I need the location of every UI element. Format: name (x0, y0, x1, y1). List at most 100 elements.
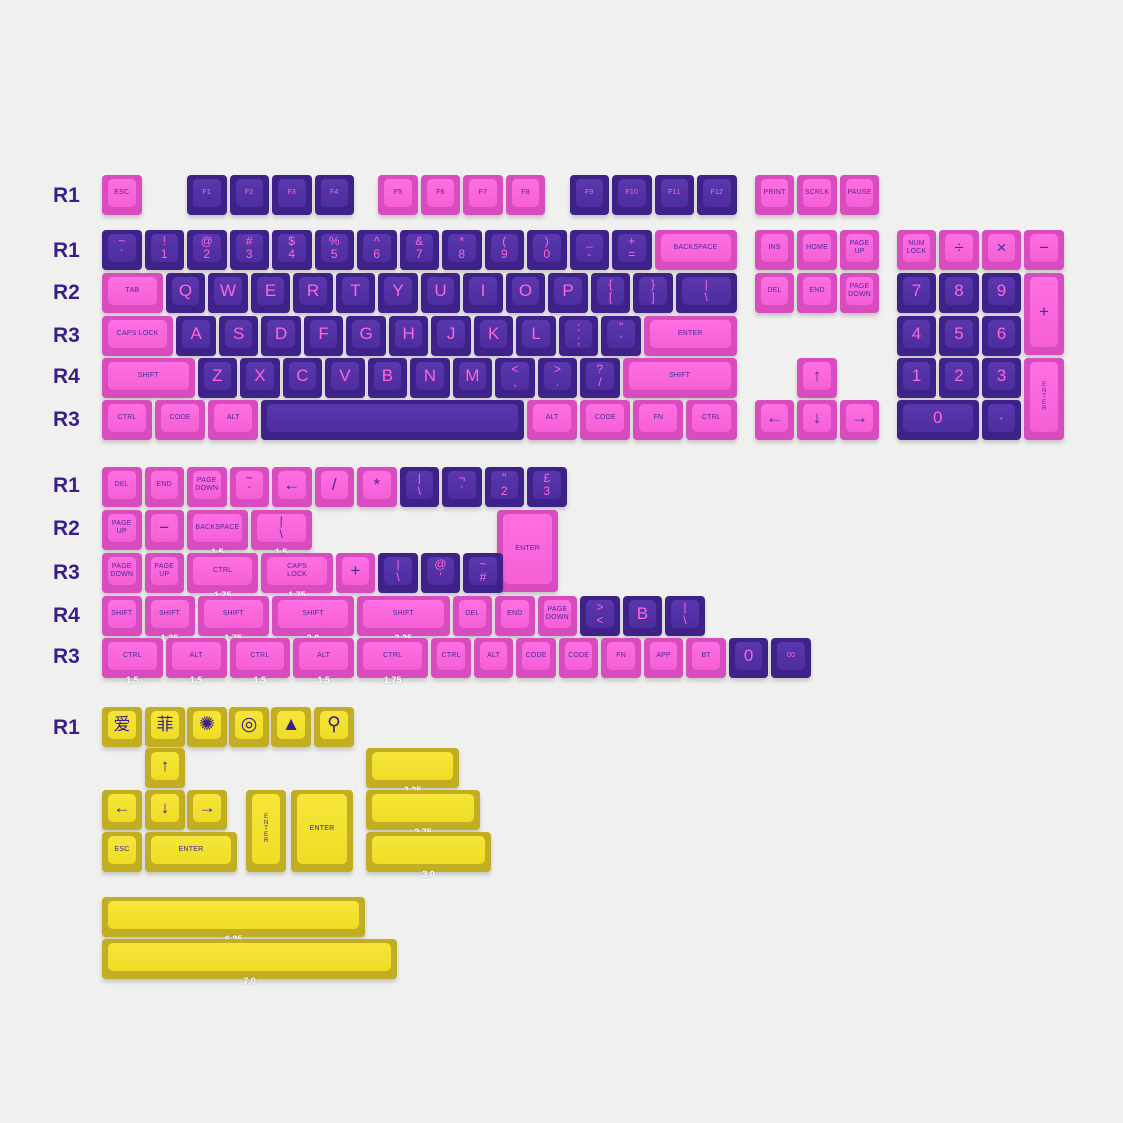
main-keycap: C (282, 358, 323, 398)
keycap-legend: ESC (108, 836, 136, 864)
mods-keycap: 00 (771, 638, 811, 678)
keycap-legend: SCRLK (803, 179, 831, 207)
legend-bottom: \ (417, 483, 421, 498)
mods-keycap: SHIFT1.25 (144, 596, 195, 643)
keycap-legend: & 7 (405, 234, 433, 262)
mods-keycap: BACKSPACE 1.5 (187, 510, 248, 557)
legend-top: L (531, 323, 541, 343)
keycap-legend: S (224, 320, 253, 348)
legend-top: ↑ (160, 756, 170, 776)
legend-top: ALT (317, 652, 331, 660)
main-keycap: F (303, 316, 344, 356)
main-keycap: SHIFT (622, 358, 737, 398)
keycap-legend: | \ (671, 600, 699, 628)
legend-top: F5 (393, 189, 403, 197)
mods-keycap: PAGE UP (102, 510, 142, 550)
row-label: R3 (53, 324, 80, 347)
legend-top: FN (653, 414, 664, 422)
legend-top: CTRL (701, 414, 721, 422)
yellow-keycap: ENTER (291, 790, 353, 872)
keycap-legend: ENTER (503, 514, 552, 584)
keycap-legend: ¬ ` (448, 471, 476, 499)
main-keycap: ALT (208, 400, 259, 440)
row-label: R2 (53, 517, 80, 540)
legend-top: → (851, 407, 869, 427)
keycap-legend: PRINT (760, 179, 789, 207)
main-keycap: FN (633, 400, 684, 440)
legend-bottom: # (479, 569, 487, 584)
legend-bottom: < (596, 612, 604, 627)
legend-top: PAGE (111, 563, 132, 571)
legend-top: X (254, 365, 266, 385)
legend-top: END (809, 287, 825, 295)
legend-top: ALT (487, 652, 501, 660)
legend-top: 3 (996, 365, 1007, 385)
keycap-legend: BT (692, 642, 720, 670)
legend-top: SHIFT (137, 372, 159, 380)
legend-bottom: \ (704, 289, 708, 304)
keycap-legend: Z (203, 362, 232, 390)
legend-top: & (415, 234, 424, 249)
mods-keycap: | \ (378, 553, 418, 593)
main-keycap: Y (378, 273, 418, 313)
main-keycap: ! 1 (144, 230, 184, 270)
keycap-legend: CTRL (193, 557, 253, 585)
row-label: R1 (53, 474, 80, 497)
keycap-legend: ALT (214, 404, 253, 432)
legend-top: K (487, 323, 500, 343)
keycap-legend: Q (171, 277, 200, 305)
main-keycap: 5 (939, 316, 979, 356)
legend-bottom: \ (683, 612, 687, 627)
yellow-keycap: 菲 (145, 707, 185, 747)
main-keycap: :; (558, 316, 599, 356)
keycap-legend: | \ (384, 557, 412, 585)
keycap-legend: 6 (987, 320, 1016, 348)
mods-keycap: 0 (728, 638, 769, 678)
main-keycap: ENTER (1024, 358, 1064, 440)
legend-top: 4 (911, 323, 922, 343)
legend-top: BT (701, 652, 711, 660)
keycap-legend: CAPS LOCK (108, 320, 168, 348)
keycap-legend: F4 (320, 179, 348, 207)
yellow-keycap: 7.0 (102, 939, 397, 986)
main-keycap: J (431, 316, 471, 356)
yellow-keycap: 6.25 (102, 897, 365, 944)
main-keycap: & 7 (399, 230, 439, 270)
main-keycap: K (473, 316, 514, 356)
keycap-legend: 00 (777, 642, 805, 670)
legend-top: ↓ (160, 798, 170, 818)
main-keycap: F4 (314, 175, 354, 215)
main-keycap: X (240, 358, 280, 398)
main-keycap: F3 (272, 175, 312, 215)
mods-keycap: BT (686, 638, 726, 678)
main-keycap: #3 (229, 230, 269, 270)
main-keycap: CTRL (102, 400, 153, 440)
main-keycap: 3 (981, 358, 1022, 398)
legend-top: + (1039, 302, 1049, 322)
mods-keycap: ALT 1.5 (165, 638, 227, 685)
keycap-legend: PAGE DOWN (845, 277, 874, 305)
legend-top: @ (200, 234, 213, 249)
keycap-legend: END (501, 600, 529, 628)
keycap-legend: TAB (108, 277, 157, 305)
main-keycap: INS (754, 230, 795, 270)
keycap-legend: F5 (384, 179, 412, 207)
legend-top: 爱 (113, 715, 131, 735)
main-keycap: CAPS LOCK (102, 316, 174, 356)
legend-top: CAPS (287, 563, 307, 571)
keycap-legend: 3 (987, 362, 1016, 390)
legend-top: F7 (478, 189, 488, 197)
legend-top: CODE (525, 652, 547, 660)
keycap-legend: " 2 (490, 471, 518, 499)
keycap-legend: CTRL (437, 642, 465, 670)
legend-top: CTRL (213, 567, 233, 575)
keycap-legend: E (256, 277, 285, 305)
main-keycap: CODE (155, 400, 206, 440)
legend-top: @ (434, 557, 447, 572)
legend-top: V (339, 365, 351, 385)
keycap-legend: + = (618, 234, 646, 262)
keycap-legend: 爱 (108, 711, 136, 739)
legend-top: · (998, 407, 1005, 427)
yellow-keycap: 2.25 (366, 748, 459, 795)
keycap-legend: PAGE DOWN (193, 471, 221, 499)
